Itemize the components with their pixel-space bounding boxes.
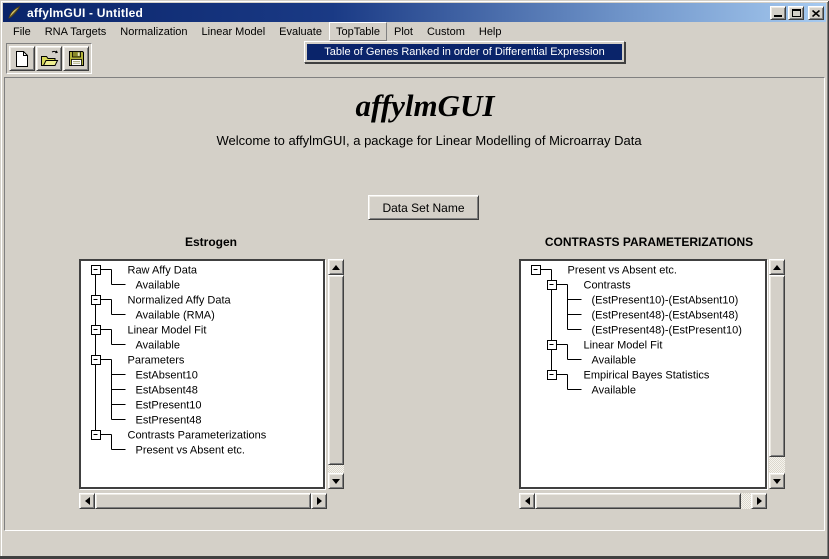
title-bar[interactable]: affylmGUI - Untitled [3,3,826,22]
tree-item-label[interactable]: Linear Model Fit [128,325,207,337]
tree-item-label[interactable]: Linear Model Fit [584,340,663,352]
menu-custom[interactable]: Custom [420,22,472,41]
save-file-button[interactable] [63,46,89,71]
open-folder-icon [40,50,59,68]
contrasts-tree[interactable]: Present vs Absent etc. Contrasts (EstPrese… [519,259,767,489]
maximize-icon [792,9,801,17]
scrollbar-thumb[interactable] [95,493,311,509]
application-window: affylmGUI - Untitled File RNA Targets No… [0,0,829,559]
scrollbar-thumb[interactable] [328,275,344,465]
tree-item-label[interactable]: EstPresent10 [136,400,202,412]
tree-item-label[interactable]: Available [136,340,180,352]
left-arrow-icon [525,497,530,505]
menu-help[interactable]: Help [472,22,509,41]
new-file-button[interactable] [9,46,35,71]
scroll-right-button[interactable] [311,493,327,509]
minimize-icon [774,15,782,17]
tree-item-label[interactable]: (EstPresent48)-(EstPresent10) [592,325,742,337]
minimize-button[interactable] [770,6,786,20]
tree-item-label[interactable]: Present vs Absent etc. [136,445,245,457]
open-file-button[interactable] [36,46,62,71]
tree-item-label[interactable]: EstAbsent10 [136,370,198,382]
up-arrow-icon [773,265,781,270]
left-tree-header: Estrogen [185,235,237,249]
scrollbar-thumb[interactable] [769,275,785,457]
menu-item-table-of-genes[interactable]: Table of Genes Ranked in order of Differ… [307,44,622,60]
menu-bar: File RNA Targets Normalization Linear Mo… [4,22,825,41]
left-tree-vscrollbar[interactable] [328,259,344,489]
scroll-left-button[interactable] [79,493,95,509]
tree-item-label[interactable]: Contrasts Parameterizations [128,430,267,442]
app-subtitle: Welcome to affylmGUI, a package for Line… [216,133,641,148]
down-arrow-icon [332,479,340,484]
menu-normalization[interactable]: Normalization [113,22,194,41]
tree-item-label[interactable]: (EstPresent10)-(EstAbsent10) [592,295,739,307]
tree-item-label[interactable]: Normalized Affy Data [128,295,232,307]
new-document-icon [14,50,30,68]
tree-item-label[interactable]: Available [136,280,180,292]
down-arrow-icon [773,479,781,484]
toolbar-button-group [6,43,92,74]
menu-toptable[interactable]: TopTable [329,22,387,41]
menu-evaluate[interactable]: Evaluate [272,22,329,41]
save-floppy-icon [68,50,85,67]
scroll-up-button[interactable] [769,259,785,275]
main-canvas: affylmGUI Welcome to affylmGUI, a packag… [4,77,825,531]
menu-linear-model[interactable]: Linear Model [195,22,273,41]
tree-item-label[interactable]: Available [592,355,636,367]
scroll-right-button[interactable] [751,493,767,509]
toptable-dropdown-menu: Table of Genes Ranked in order of Differ… [304,41,625,63]
right-tree-hscrollbar[interactable] [519,493,767,509]
menu-file[interactable]: File [6,22,38,41]
estrogen-tree[interactable]: Raw Affy Data Available Normalized Affy Da… [79,259,325,489]
tree-item-label[interactable]: Available [592,385,636,397]
tree-item-label[interactable]: Empirical Bayes Statistics [584,370,710,382]
left-tree-hscrollbar[interactable] [79,493,327,509]
window-title: affylmGUI - Untitled [27,6,770,20]
tree-item-label[interactable]: (EstPresent48)-(EstAbsent48) [592,310,739,322]
scrollbar-thumb[interactable] [535,493,741,509]
right-tree-header: CONTRASTS PARAMETERIZATIONS [545,235,753,249]
tree-item-label[interactable]: Present vs Absent etc. [568,265,677,277]
tree-item-label[interactable]: EstPresent48 [136,415,202,427]
feather-icon [7,5,22,20]
app-title: affylmGUI [356,88,495,124]
right-tree-vscrollbar[interactable] [769,259,785,489]
left-arrow-icon [85,497,90,505]
scroll-up-button[interactable] [328,259,344,275]
menu-rna-targets[interactable]: RNA Targets [38,22,114,41]
tree-item-label[interactable]: Contrasts [584,280,632,292]
up-arrow-icon [332,265,340,270]
tree-item-label[interactable]: Available (RMA) [136,310,215,322]
right-arrow-icon [317,497,322,505]
close-button[interactable] [808,6,824,20]
dataset-name-button[interactable]: Data Set Name [368,195,479,220]
scroll-down-button[interactable] [769,473,785,489]
tree-item-label[interactable]: EstAbsent48 [136,385,198,397]
tree-item-label[interactable]: Raw Affy Data [128,265,198,277]
right-arrow-icon [757,497,762,505]
scroll-down-button[interactable] [328,473,344,489]
scroll-left-button[interactable] [519,493,535,509]
menu-plot[interactable]: Plot [387,22,420,41]
tree-item-label[interactable]: Parameters [128,355,185,367]
maximize-button[interactable] [788,6,804,20]
close-icon [812,10,820,17]
